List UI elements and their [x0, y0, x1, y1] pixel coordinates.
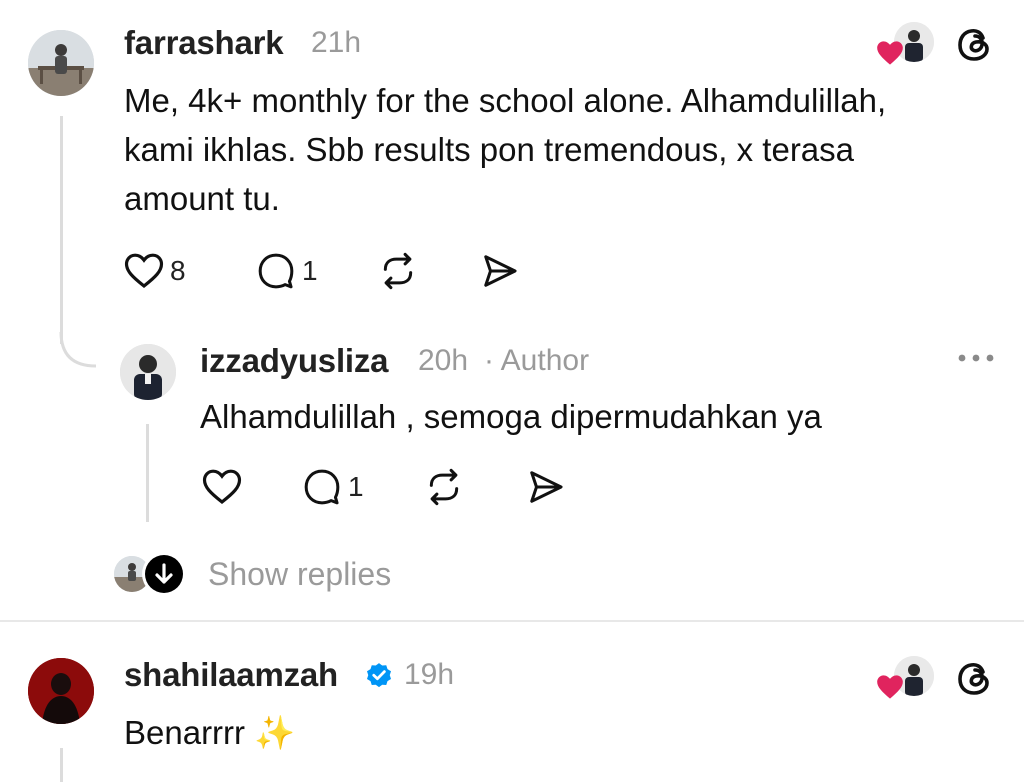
author-tag: · Author [484, 344, 590, 377]
reply-count-post1: 1 [302, 255, 318, 286]
post2-text: Benarrrr ✨ [124, 714, 296, 751]
repost-button-post1[interactable] [378, 252, 418, 290]
heart-icon [124, 253, 164, 289]
reply-button-reply1[interactable]: 1 [302, 468, 364, 506]
reply1-text: Alhamdulillah , semoga dipermudahkan ya [200, 398, 822, 435]
avatar-izzadyusliza[interactable] [120, 344, 176, 400]
repost-icon [383, 252, 413, 290]
reply-count-reply1: 1 [348, 471, 364, 502]
post1-text: Me, 4k+ monthly for the school alone. Al… [124, 76, 994, 223]
comment-icon [258, 253, 294, 289]
comment-icon [304, 469, 340, 505]
like-button-post1[interactable]: 8 [124, 252, 186, 290]
liked-heart-icon [877, 675, 903, 699]
liked-heart-icon [877, 41, 903, 65]
post1-line-3: amount tu. [124, 180, 280, 217]
share-button-post1[interactable] [480, 252, 520, 290]
show-replies-button[interactable] [142, 552, 186, 596]
repost-icon [429, 468, 459, 506]
share-icon [530, 471, 563, 503]
show-replies-label[interactable]: Show replies [208, 556, 391, 593]
timestamp-reply1: 20h [418, 344, 469, 377]
like-count-post1: 8 [170, 255, 186, 286]
heart-icon [202, 469, 242, 505]
username-post1[interactable]: farrashark [124, 24, 284, 62]
avatar-farrashark[interactable] [28, 30, 94, 96]
thread-line-reply1 [146, 424, 149, 522]
share-icon [484, 255, 517, 287]
like-button-reply1[interactable] [202, 468, 242, 506]
thread-curve [59, 331, 97, 368]
arrow-down-icon [145, 555, 183, 593]
post1-line-1: Me, 4k+ monthly for the school alone. Al… [124, 82, 887, 119]
more-icon[interactable] [956, 350, 996, 366]
thread-line-post1 [60, 116, 63, 344]
repost-button-reply1[interactable] [424, 468, 464, 506]
username-post2[interactable]: shahilaamzah [124, 656, 338, 694]
reply-button-post1[interactable]: 1 [256, 252, 318, 290]
thread-line-post2 [60, 748, 63, 782]
threads-logo-icon[interactable] [954, 24, 994, 64]
avatar-shahilaamzah[interactable] [28, 658, 94, 724]
timestamp-post1: 21h [311, 26, 362, 59]
divider [0, 620, 1024, 622]
verified-icon [367, 663, 391, 688]
timestamp-post2: 19h [404, 658, 455, 691]
username-reply1[interactable]: izzadyusliza [200, 342, 389, 380]
threads-logo-icon[interactable] [954, 658, 994, 698]
share-button-reply1[interactable] [526, 468, 566, 506]
post1-line-2: kami ikhlas. Sbb results pon tremendous,… [124, 131, 855, 168]
